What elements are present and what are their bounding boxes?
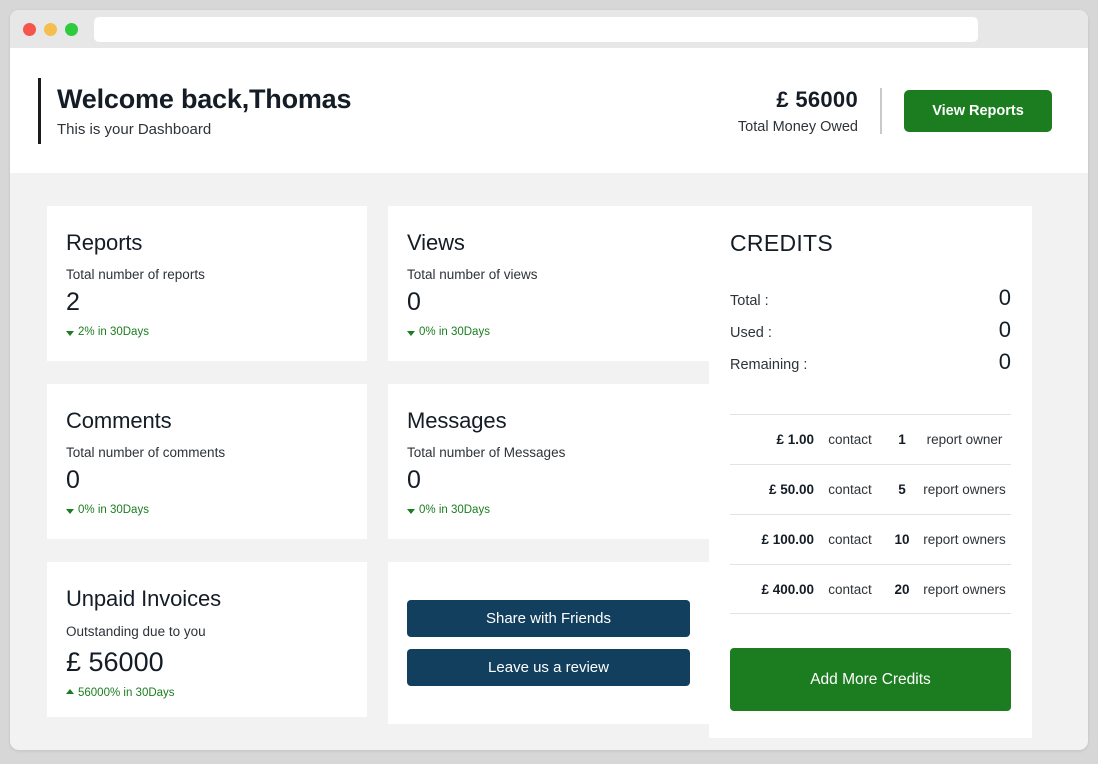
stat-subtitle: Outstanding due to you bbox=[66, 624, 206, 640]
stat-delta: 0% in 30Days bbox=[407, 326, 690, 338]
page-header: Welcome back,Thomas This is your Dashboa… bbox=[10, 48, 1088, 173]
stat-value: 2 bbox=[66, 288, 80, 317]
table-row[interactable]: £ 400.00 contact 20 report owners bbox=[730, 564, 1011, 615]
welcome-block: Welcome back,Thomas This is your Dashboa… bbox=[38, 77, 352, 144]
address-bar-input[interactable] bbox=[94, 16, 978, 42]
stat-value: 0 bbox=[407, 466, 421, 495]
credits-panel: CREDITS Total : 0 Used : 0 Remaining : 0… bbox=[709, 206, 1032, 738]
verb-cell: contact bbox=[828, 432, 872, 448]
stat-card-comments: Comments Total number of comments 0 0% i… bbox=[47, 384, 367, 539]
add-more-credits-button[interactable]: Add More Credits bbox=[730, 648, 1011, 712]
noun-cell: report owner bbox=[926, 432, 1003, 448]
stat-card-unpaid-invoices: Unpaid Invoices Outstanding due to you £… bbox=[47, 562, 367, 717]
total-money-owed-block: £ 56000 Total Money Owed bbox=[738, 87, 880, 135]
price-cell: £ 50.00 bbox=[768, 482, 814, 498]
verb-cell: contact bbox=[828, 482, 872, 498]
stat-delta-label: 2% in 30Days bbox=[78, 325, 149, 338]
trend-down-icon bbox=[66, 330, 74, 336]
trend-up-icon bbox=[66, 689, 74, 695]
stat-title: Views bbox=[407, 230, 465, 255]
stat-subtitle: Total number of reports bbox=[66, 267, 205, 283]
stat-delta: 2% in 30Days bbox=[66, 326, 348, 338]
dashboard-left-column: Reports Total number of reports 2 2% in … bbox=[47, 206, 709, 724]
stat-delta: 0% in 30Days bbox=[66, 504, 348, 516]
total-money-owed-label: Total Money Owed bbox=[737, 118, 858, 135]
credits-used-label: Used : bbox=[730, 325, 772, 342]
price-cell: £ 1.00 bbox=[776, 432, 814, 448]
count-cell: 5 bbox=[898, 482, 906, 498]
dashboard-main: Reports Total number of reports 2 2% in … bbox=[10, 173, 1088, 738]
stat-subtitle: Total number of Messages bbox=[407, 445, 566, 461]
credits-remaining-label: Remaining : bbox=[730, 357, 808, 374]
page-title: Welcome back,Thomas bbox=[57, 84, 352, 115]
credits-total-label: Total : bbox=[730, 293, 769, 310]
stat-delta: 56000% in 30Days bbox=[66, 687, 348, 699]
credits-summary-row: Remaining : 0 bbox=[730, 346, 1011, 378]
trend-down-icon bbox=[407, 330, 415, 336]
verb-cell: contact bbox=[828, 532, 872, 548]
leave-review-button[interactable]: Leave us a review bbox=[407, 649, 690, 686]
credits-title: CREDITS bbox=[730, 230, 834, 256]
welcome-text: Welcome back,Thomas This is your Dashboa… bbox=[57, 78, 352, 144]
stat-value: £ 56000 bbox=[66, 647, 164, 678]
price-cell: £ 100.00 bbox=[761, 532, 814, 548]
stat-delta-label: 0% in 30Days bbox=[419, 325, 490, 338]
trend-down-icon bbox=[407, 508, 415, 514]
stat-delta-label: 0% in 30Days bbox=[419, 503, 490, 516]
table-row[interactable]: £ 1.00 contact 1 report owner bbox=[730, 414, 1011, 464]
header-right: £ 56000 Total Money Owed View Reports bbox=[738, 87, 1052, 135]
stat-title: Messages bbox=[407, 408, 507, 433]
stat-subtitle: Total number of comments bbox=[66, 445, 226, 461]
stat-title: Comments bbox=[66, 408, 172, 433]
credits-remaining-value: 0 bbox=[998, 349, 1011, 375]
credits-summary-row: Total : 0 bbox=[730, 282, 1011, 314]
price-cell: £ 400.00 bbox=[761, 581, 814, 597]
table-row[interactable]: £ 100.00 contact 10 report owners bbox=[730, 514, 1011, 564]
total-money-owed-value: £ 56000 bbox=[776, 86, 858, 112]
stat-value: 0 bbox=[407, 288, 421, 317]
stat-title: Reports bbox=[66, 230, 143, 255]
maximize-window-icon[interactable] bbox=[65, 22, 78, 36]
verb-cell: contact bbox=[828, 581, 872, 597]
browser-chrome-bar bbox=[10, 10, 1088, 48]
noun-cell: report owners bbox=[923, 482, 1006, 498]
stat-card-views: Views Total number of views 0 0% in 30Da… bbox=[388, 206, 709, 361]
stat-card-reports: Reports Total number of reports 2 2% in … bbox=[47, 206, 367, 361]
stat-title: Unpaid Invoices bbox=[66, 586, 222, 611]
share-with-friends-button[interactable]: Share with Friends bbox=[407, 600, 690, 637]
credits-total-value: 0 bbox=[998, 285, 1011, 311]
noun-cell: report owners bbox=[923, 532, 1006, 548]
close-window-icon[interactable] bbox=[23, 22, 36, 36]
stat-delta-label: 0% in 30Days bbox=[78, 503, 149, 516]
minimize-window-icon[interactable] bbox=[44, 22, 57, 36]
stat-delta: 0% in 30Days bbox=[407, 504, 690, 516]
header-accent-bar bbox=[38, 77, 41, 144]
credits-summary: Total : 0 Used : 0 Remaining : 0 bbox=[730, 282, 1011, 378]
count-cell: 20 bbox=[894, 581, 910, 597]
view-reports-button[interactable]: View Reports bbox=[904, 89, 1052, 132]
stat-card-messages: Messages Total number of Messages 0 0% i… bbox=[388, 384, 709, 539]
stat-subtitle: Total number of views bbox=[407, 267, 538, 283]
page-subtitle: This is your Dashboard bbox=[57, 120, 212, 138]
count-cell: 10 bbox=[894, 532, 910, 548]
trend-down-icon bbox=[66, 508, 74, 514]
share-actions-card: Share with Friends Leave us a review bbox=[388, 562, 709, 724]
count-cell: 1 bbox=[898, 432, 906, 448]
credits-pricing-table: £ 1.00 contact 1 report owner £ 50.00 co… bbox=[730, 414, 1011, 615]
browser-window: Welcome back,Thomas This is your Dashboa… bbox=[10, 10, 1088, 750]
credits-summary-row: Used : 0 bbox=[730, 314, 1011, 346]
noun-cell: report owners bbox=[923, 581, 1006, 597]
stat-value: 0 bbox=[66, 466, 80, 495]
stat-delta-label: 56000% in 30Days bbox=[78, 687, 175, 700]
window-traffic-lights bbox=[23, 22, 78, 36]
stat-card-grid: Reports Total number of reports 2 2% in … bbox=[47, 206, 709, 724]
header-divider bbox=[880, 87, 882, 134]
credits-used-value: 0 bbox=[998, 317, 1011, 343]
table-row[interactable]: £ 50.00 contact 5 report owners bbox=[730, 464, 1011, 514]
